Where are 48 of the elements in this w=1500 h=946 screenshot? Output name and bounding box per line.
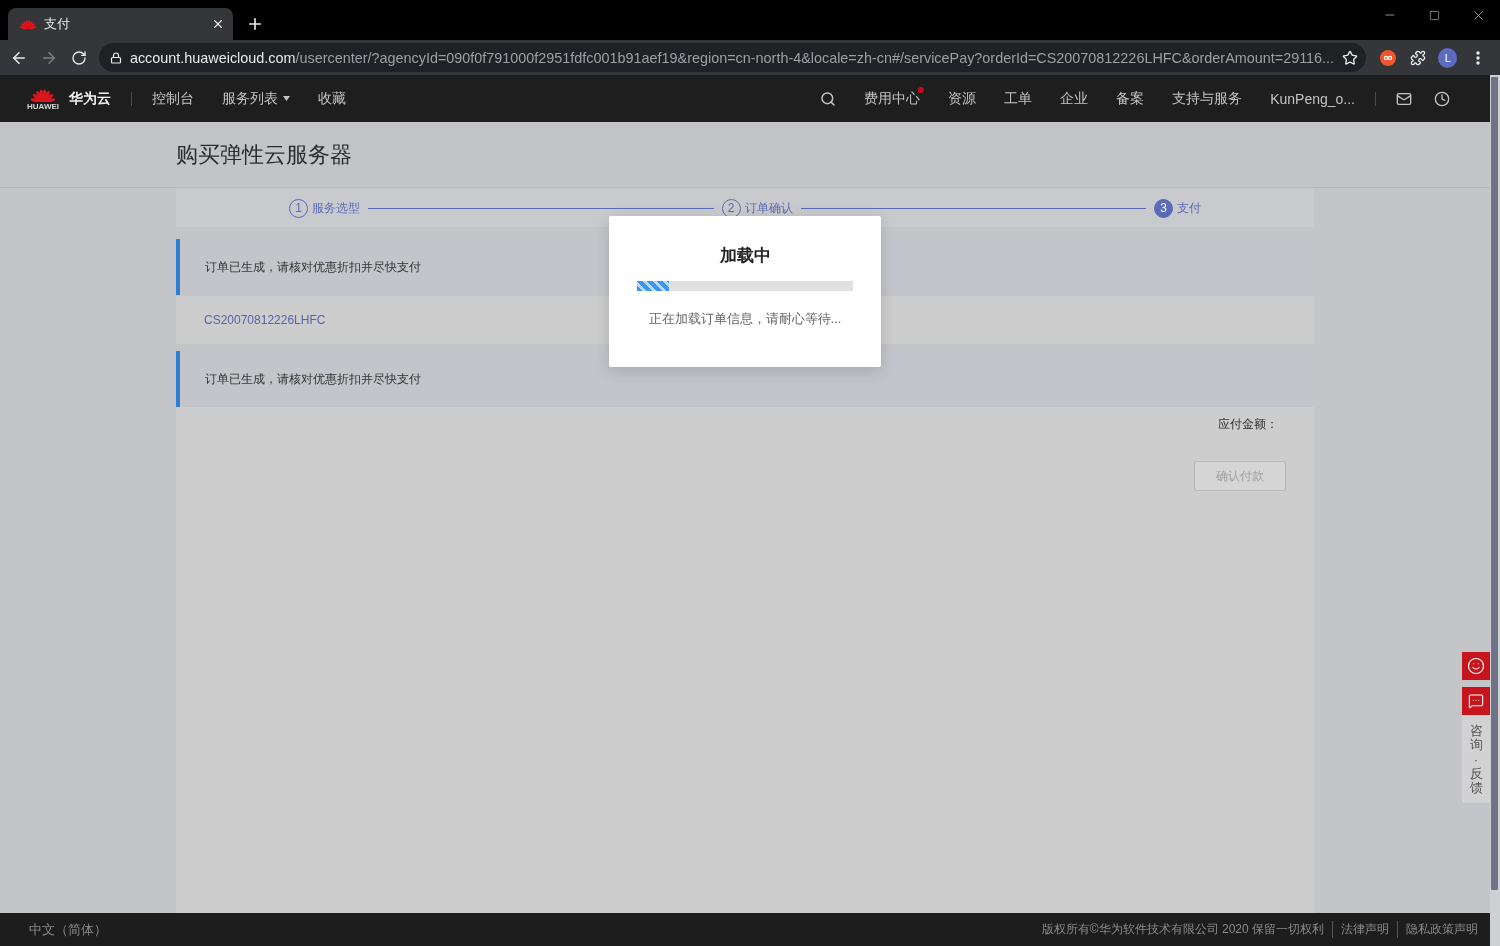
profile-avatar[interactable]: L	[1438, 47, 1458, 68]
address-bar[interactable]: account.huaweicloud.com/usercenter/?agencyId=090f0f791000f2951fdfc001b91aef19&region=cn-north-4&locale=zh-cn#/servicePay?orderId=CS20070812226LHFC&orderAmount=29116...	[98, 43, 1367, 72]
smiley-icon	[1467, 657, 1485, 675]
dialog-title: 加载中	[719, 245, 771, 267]
chat-icon	[1462, 687, 1490, 715]
logo-text: HUAWEI	[27, 102, 59, 112]
footer-link[interactable]: 隐私政策声明	[1397, 921, 1478, 938]
page-title: 购买弹性云服务器	[176, 140, 352, 169]
nav-link[interactable]: 费用中心	[864, 89, 921, 108]
dialog-message: 正在加载订单信息，请耐心等待...	[648, 310, 842, 328]
infinity-icon[interactable]	[1380, 49, 1397, 66]
favicon-icon	[20, 18, 36, 30]
nav-link[interactable]: 支持与服务	[1172, 89, 1243, 108]
order-id-link[interactable]: CS20070812226LHFC	[204, 313, 326, 327]
nav-link[interactable]: 备案	[1116, 89, 1145, 108]
scrollbar[interactable]	[1490, 75, 1500, 946]
footer-link[interactable]: 法律声明	[1332, 921, 1389, 938]
language-selector[interactable]: 中文（简体）	[29, 920, 107, 939]
nav-link[interactable]: 服务列表	[222, 89, 290, 108]
reload-icon	[70, 49, 87, 66]
nav-link[interactable]: 工单	[1004, 89, 1033, 108]
brand-name[interactable]: 华为云	[69, 89, 111, 108]
tab-title: 支付	[44, 15, 71, 33]
nav-link[interactable]: 企业	[1060, 89, 1089, 108]
mail-icon[interactable]	[1396, 90, 1412, 107]
clock-icon[interactable]	[1434, 90, 1450, 107]
nav-link[interactable]: 资源	[948, 89, 977, 108]
maximize-icon	[1428, 9, 1440, 21]
browser-tab[interactable]: 支付	[8, 8, 233, 40]
search-icon[interactable]	[820, 90, 837, 107]
smiley-button[interactable]	[1462, 652, 1490, 680]
user-menu[interactable]: KunPeng_o...	[1270, 90, 1355, 107]
feedback-button[interactable]: 咨询·反馈	[1462, 687, 1490, 804]
step-number: 3	[1154, 198, 1173, 218]
nav-link[interactable]: 控制台	[152, 89, 194, 108]
amount-label: 应付金额：	[1218, 416, 1278, 433]
step-label: 服务选型	[312, 199, 360, 217]
step-label: 订单确认	[744, 199, 793, 217]
star-icon[interactable]	[1342, 49, 1359, 66]
nav-link[interactable]: 收藏	[318, 89, 346, 108]
close-icon[interactable]	[211, 17, 225, 31]
lock-icon	[109, 51, 122, 64]
step-label: 支付	[1177, 199, 1201, 217]
copyright-text: 版权所有©华为软件技术有限公司 2020 保留一切权利	[1041, 921, 1324, 938]
puzzle-icon	[1410, 49, 1427, 66]
url-text: account.huaweicloud.com/usercenter/?agencyId=090f0f791000f2951fdfc001b91aef19&region=cn-north-4&locale=zh-cn#/servicePay?orderId=CS20070812226LHFC&orderAmount=29116...	[129, 49, 1335, 66]
plus-icon	[246, 15, 264, 33]
more-icon	[1475, 50, 1480, 65]
